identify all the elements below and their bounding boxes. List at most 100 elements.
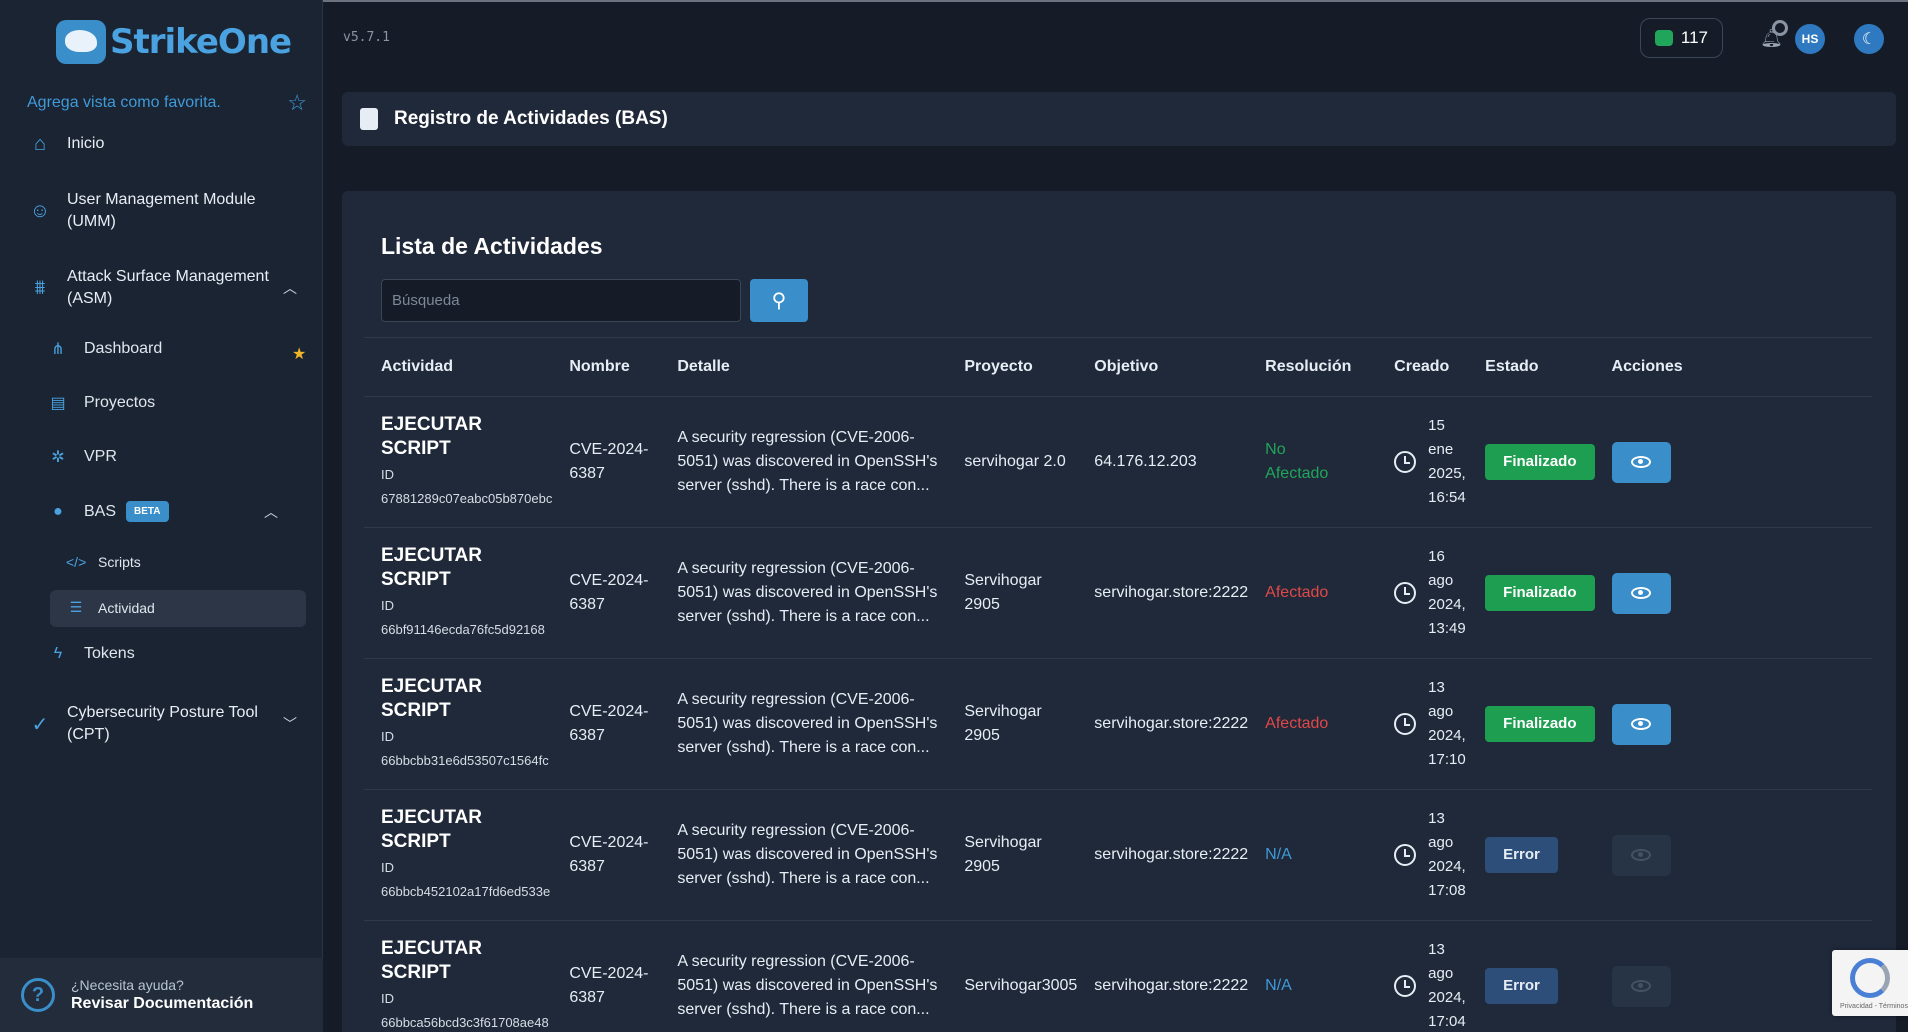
sidebar-item-umm[interactable]: ☺ User Management Module (UMM) bbox=[27, 189, 307, 233]
logo-text: StrikeOne bbox=[110, 22, 292, 62]
view-button[interactable] bbox=[1611, 703, 1671, 745]
sitemap-icon: ⋔ bbox=[51, 341, 65, 358]
moon-icon[interactable]: ☾ bbox=[1854, 24, 1884, 54]
project-name: Servihogar 2905 bbox=[947, 789, 1078, 921]
view-button[interactable] bbox=[1611, 441, 1671, 483]
column-header[interactable]: Resolución bbox=[1248, 337, 1378, 397]
eye-icon bbox=[1631, 718, 1652, 730]
notification-indicator bbox=[1772, 20, 1788, 36]
column-header[interactable]: Detalle bbox=[660, 337, 948, 397]
beta-badge: BETA bbox=[126, 501, 169, 522]
activity-id: ID 66bbcb452102a17fd6ed533e bbox=[381, 860, 551, 899]
sidebar-item-proyectos[interactable]: ▤ Proyectos bbox=[48, 393, 155, 413]
view-button-disabled bbox=[1611, 965, 1671, 1007]
project-name: Servihogar 2905 bbox=[947, 658, 1078, 790]
sidebar-item-tokens[interactable]: ϟ Tokens bbox=[48, 645, 135, 663]
credits-counter[interactable]: 117 bbox=[1639, 18, 1723, 58]
eye-icon bbox=[1631, 849, 1652, 861]
resolution-status: No Afectado bbox=[1265, 441, 1329, 482]
chevron-up-icon[interactable]: ︿ bbox=[264, 502, 278, 522]
chevron-up-icon[interactable]: ︿ bbox=[283, 278, 297, 298]
recaptcha-icon bbox=[1850, 958, 1890, 998]
sidebar-item-asm[interactable]: ⩩ Attack Surface Management (ASM) ︿ bbox=[27, 266, 297, 310]
chart-icon: ⩩ bbox=[34, 276, 46, 299]
resolution-status: N/A bbox=[1265, 977, 1292, 994]
created-date: 13 ago 2024, 17:04 bbox=[1428, 941, 1466, 1030]
page-header: Registro de Actividades (BAS) bbox=[342, 92, 1896, 146]
column-header[interactable]: Objetivo bbox=[1077, 337, 1249, 397]
sidebar-item-label: Tokens bbox=[84, 645, 135, 662]
resolution-status: Afectado bbox=[1265, 715, 1329, 732]
sidebar-item-label: Scripts bbox=[98, 554, 141, 570]
detail-text: A security regression (CVE-2006-5051) wa… bbox=[677, 560, 938, 625]
search-input[interactable] bbox=[381, 279, 741, 322]
sidebar-item-label: VPR bbox=[84, 448, 117, 465]
help-panel[interactable]: ? ¿Necesita ayuda? Revisar Documentación bbox=[0, 958, 323, 1032]
sidebar-item-inicio[interactable]: ⌂ Inicio bbox=[27, 131, 307, 157]
star-outline-icon[interactable]: ☆ bbox=[287, 90, 307, 116]
activity-id: ID 66bbca56bcd3c3f61708ae48 bbox=[381, 991, 549, 1030]
cve-name: CVE-2024-6387 bbox=[569, 703, 649, 744]
chevron-down-icon[interactable]: ﹀ bbox=[283, 714, 297, 734]
sidebar-item-dashboard[interactable]: ⋔ Dashboard bbox=[48, 339, 162, 359]
search-button[interactable]: ⚲ bbox=[750, 279, 808, 322]
project-name: servihogar 2.0 bbox=[947, 396, 1078, 528]
sidebar-item-cpt[interactable]: ✓ Cybersecurity Posture Tool (CPT) ﹀ bbox=[27, 702, 297, 746]
sidebar-item-label: Attack Surface Management (ASM) bbox=[67, 268, 269, 307]
activity-type: EJECUTAR SCRIPT bbox=[381, 414, 482, 459]
detail-text: A security regression (CVE-2006-5051) wa… bbox=[677, 429, 938, 494]
sidebar-item-label: Inicio bbox=[67, 135, 105, 152]
target: servihogar.store:2222 bbox=[1077, 527, 1249, 659]
list-title: Lista de Actividades bbox=[381, 233, 603, 259]
column-header[interactable]: Estado bbox=[1468, 337, 1595, 397]
sidebar-item-actividad[interactable]: ☰ Actividad bbox=[66, 599, 155, 616]
users-icon: ☺ bbox=[29, 199, 51, 222]
column-header[interactable]: Actividad bbox=[364, 337, 553, 397]
column-header[interactable]: Creado bbox=[1377, 337, 1469, 397]
table-row: EJECUTAR SCRIPT ID 66bbcbb31e6d53507c1564… bbox=[364, 658, 1872, 790]
status-badge: Error bbox=[1485, 837, 1558, 873]
target: servihogar.store:2222 bbox=[1077, 789, 1249, 921]
detail-text: A security regression (CVE-2006-5051) wa… bbox=[677, 691, 938, 756]
view-button[interactable] bbox=[1611, 572, 1671, 614]
sidebar-item-label: Proyectos bbox=[84, 394, 156, 411]
status-badge: Finalizado bbox=[1485, 444, 1595, 480]
bolt-icon: ϟ bbox=[53, 645, 63, 662]
avatar[interactable]: HS bbox=[1795, 24, 1825, 54]
table-row: EJECUTAR SCRIPT ID 67881289c07eabc05b870e… bbox=[364, 396, 1872, 528]
sidebar: StrikeOne Agrega vista como favorita. ☆ … bbox=[0, 0, 323, 1032]
star-filled-icon[interactable]: ★ bbox=[292, 344, 306, 364]
detail-text: A security regression (CVE-2006-5051) wa… bbox=[677, 822, 938, 887]
documentation-link[interactable]: Revisar Documentación bbox=[71, 995, 253, 1013]
created-date: 13 ago 2024, 17:10 bbox=[1428, 679, 1466, 768]
eye-icon bbox=[1631, 587, 1652, 599]
column-header[interactable]: Nombre bbox=[552, 337, 661, 397]
clipboard-list-icon bbox=[360, 108, 378, 130]
activity-id: ID 66bf91146ecda76fc5d92168 bbox=[381, 598, 545, 637]
target: servihogar.store:2222 bbox=[1077, 920, 1249, 1032]
activity-list-card: Lista de Actividades ⚲ Actividad Nombre … bbox=[342, 191, 1896, 1032]
logo[interactable]: StrikeOne bbox=[56, 20, 292, 64]
sidebar-item-vpr[interactable]: ✲ VPR bbox=[48, 447, 117, 467]
eye-icon bbox=[1631, 980, 1652, 992]
column-header[interactable]: Proyecto bbox=[947, 337, 1078, 397]
recaptcha-badge[interactable]: Privacidad - Términos bbox=[1832, 950, 1908, 1016]
list-icon: ☰ bbox=[69, 599, 83, 615]
bug-icon: ✲ bbox=[51, 449, 65, 466]
status-badge: Finalizado bbox=[1485, 706, 1595, 742]
target: 64.176.12.203 bbox=[1077, 396, 1249, 528]
status-badge: Error bbox=[1485, 968, 1558, 1004]
sidebar-item-scripts[interactable]: </> Scripts bbox=[66, 554, 141, 570]
page-title: Registro de Actividades (BAS) bbox=[394, 108, 668, 129]
sidebar-item-bas[interactable]: ● BAS BETA ︿ bbox=[48, 501, 278, 522]
sidebar-item-label: Dashboard bbox=[84, 340, 163, 357]
activity-type: EJECUTAR SCRIPT bbox=[381, 938, 482, 983]
check-circle-icon: ✓ bbox=[31, 713, 49, 736]
sidebar-item-label: User Management Module (UMM) bbox=[67, 191, 256, 230]
cve-name: CVE-2024-6387 bbox=[569, 834, 649, 875]
created-date: 15 ene 2025, 16:54 bbox=[1428, 417, 1466, 506]
table-row: EJECUTAR SCRIPT ID 66bbcb452102a17fd6ed53… bbox=[364, 789, 1872, 921]
home-icon: ⌂ bbox=[33, 132, 47, 155]
created-date: 13 ago 2024, 17:08 bbox=[1428, 810, 1466, 899]
clock-icon bbox=[1394, 844, 1417, 866]
